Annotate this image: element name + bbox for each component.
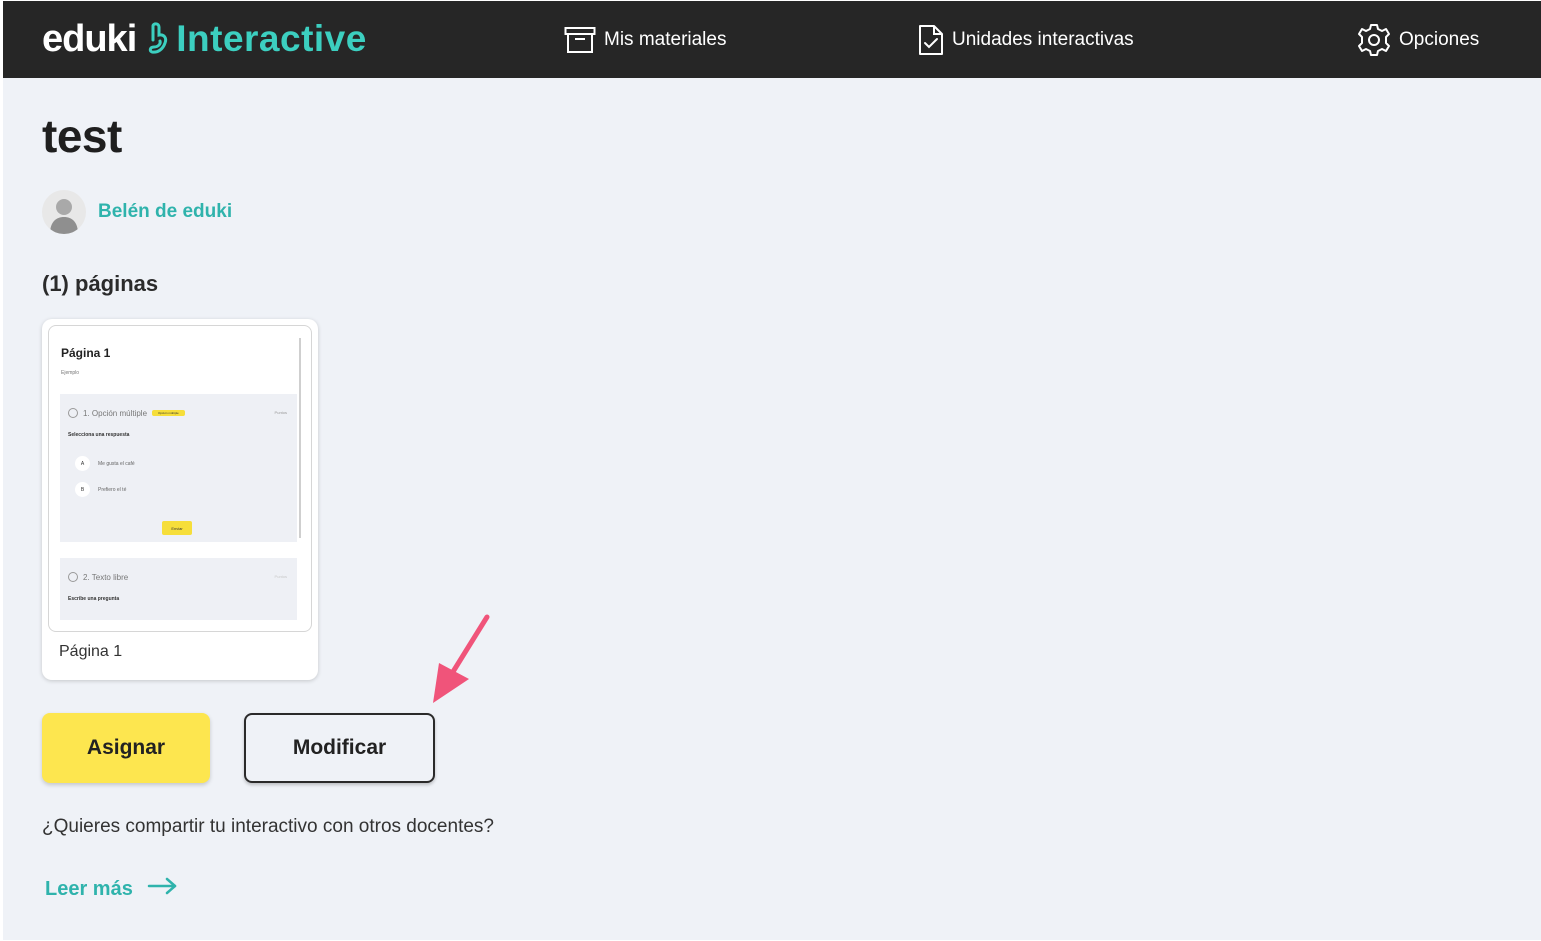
preview-question-prompt: Escribe una pregunta xyxy=(68,596,120,602)
logo-product-name: Interactive xyxy=(176,18,367,59)
assign-button[interactable]: Asignar xyxy=(42,713,210,783)
nav-mis-materiales-label: Mis materiales xyxy=(604,29,727,50)
preview-points-dropdown: Puntos xyxy=(274,410,287,415)
page-card[interactable]: Página 1 Ejemplo 1. Opción múltiple Opci… xyxy=(42,319,318,680)
annotation-arrow-icon xyxy=(433,614,490,703)
read-more-label: Leer más xyxy=(45,877,133,900)
preview-question-block: 2. Texto libre Puntos Escribe una pregun… xyxy=(60,558,297,620)
app-frame: eduki Interactive Mis materiales Unidade… xyxy=(3,1,1541,940)
preview-option: B Prefiero el té xyxy=(75,482,126,497)
preview-title: Página 1 xyxy=(61,346,111,360)
nav-mis-materiales[interactable]: Mis materiales xyxy=(564,23,726,57)
arrow-right-icon xyxy=(147,876,179,902)
author-name: Belén de eduki xyxy=(98,201,233,222)
nav-unidades-interactivas[interactable]: Unidades interactivas xyxy=(918,23,1134,57)
page-title: test xyxy=(42,110,122,162)
gear-icon xyxy=(1357,23,1391,57)
logo-hand-icon xyxy=(146,22,170,56)
read-more-link[interactable]: Leer más xyxy=(45,876,179,902)
share-question-text: ¿Quieres compartir tu interactivo con ot… xyxy=(42,816,494,837)
preview-question-header: 2. Texto libre xyxy=(68,572,128,582)
logo-wordmark: eduki xyxy=(42,17,137,60)
document-check-icon xyxy=(918,24,944,56)
preview-option-letter: A xyxy=(75,456,90,471)
top-navigation-bar: eduki Interactive Mis materiales Unidade… xyxy=(3,1,1541,78)
preview-question-prompt: Selecciona una respuesta xyxy=(68,432,130,438)
nav-opciones-label: Opciones xyxy=(1399,29,1480,50)
preview-option: A Me gusta el café xyxy=(75,456,135,471)
preview-question-block: 1. Opción múltiple Opción múltiple Punto… xyxy=(60,394,297,542)
modify-button[interactable]: Modificar xyxy=(244,713,435,783)
preview-option-text: Me gusta el café xyxy=(98,460,135,467)
eduki-interactive-logo[interactable]: eduki Interactive xyxy=(42,17,367,61)
page-preview-thumbnail: Página 1 Ejemplo 1. Opción múltiple Opci… xyxy=(48,325,312,632)
check-circle-icon xyxy=(68,572,78,582)
preview-question-title: 1. Opción múltiple xyxy=(83,408,148,418)
archive-box-icon xyxy=(564,26,596,54)
preview-question-title: 2. Texto libre xyxy=(83,572,129,582)
nav-opciones[interactable]: Opciones xyxy=(1357,23,1479,57)
preview-question-header: 1. Opción múltiple Opción múltiple xyxy=(68,408,185,418)
author-link[interactable]: Belén de eduki xyxy=(42,190,232,234)
preview-points-dropdown: Puntos xyxy=(274,574,287,579)
pages-count-heading: (1) páginas xyxy=(42,271,159,296)
preview-question-tag: Opción múltiple xyxy=(152,410,185,416)
user-avatar-icon xyxy=(42,190,86,234)
nav-unidades-interactivas-label: Unidades interactivas xyxy=(952,29,1134,50)
preview-option-letter: B xyxy=(75,482,90,497)
preview-subtitle: Ejemplo xyxy=(61,370,80,376)
preview-option-text: Prefiero el té xyxy=(98,486,127,493)
preview-submit-button: Enviar xyxy=(162,521,192,535)
check-circle-icon xyxy=(68,408,78,418)
page-card-label: Página 1 xyxy=(59,643,123,660)
preview-scrollbar xyxy=(299,338,301,538)
